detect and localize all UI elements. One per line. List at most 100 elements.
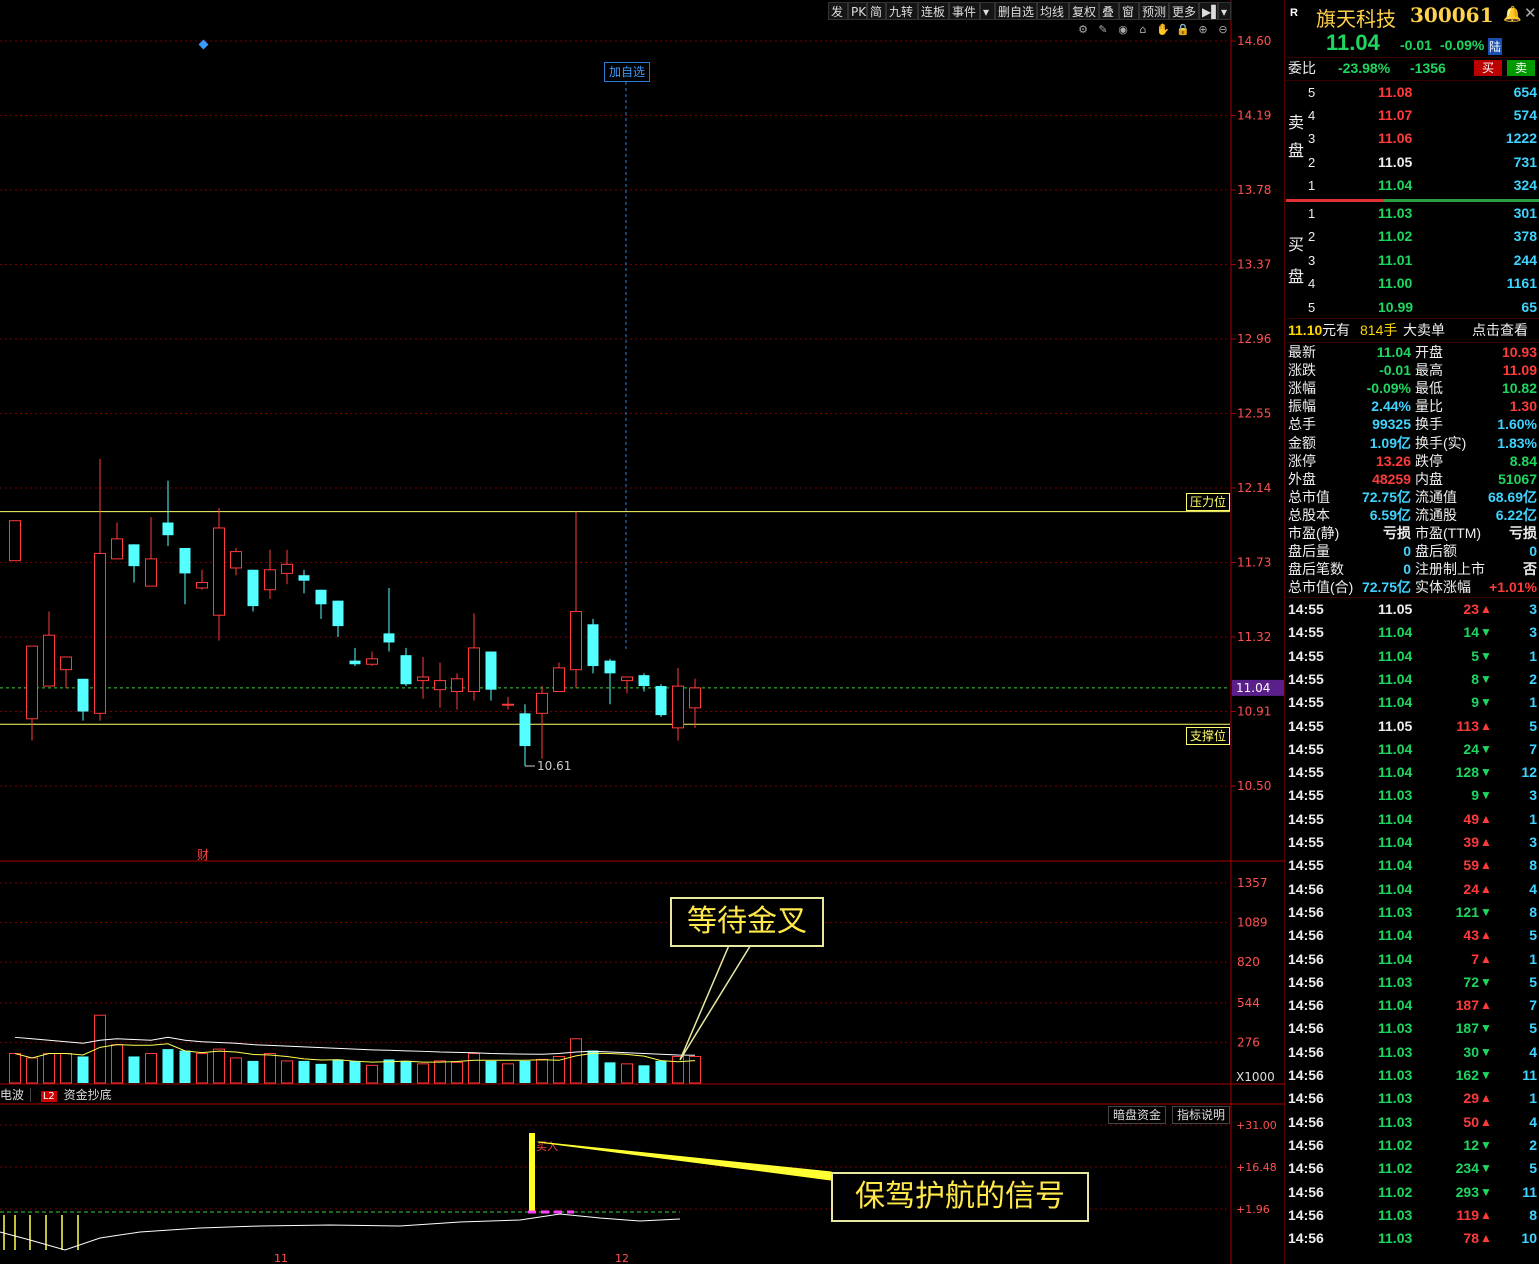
ask-level-row[interactable]: 4 11.07 574 — [1286, 104, 1539, 127]
toolbar-button[interactable]: 窗 — [1119, 2, 1139, 20]
indicator-tab-bar: 电波 L2 资金抄底 — [0, 1086, 112, 1104]
candle-body-up — [196, 581, 208, 589]
volume-bar-up — [196, 1053, 208, 1084]
gear-icon[interactable]: ⚙ — [1076, 23, 1090, 37]
toolbar-button[interactable]: 简 — [867, 2, 886, 20]
lock-icon[interactable]: 🔒 — [1176, 23, 1190, 37]
add-watch-button[interactable]: 加自选 — [604, 62, 650, 82]
zoom-out-icon[interactable]: ⊖ — [1216, 23, 1230, 37]
kline-chart-area[interactable]: 14.60 14.19 13.78 13.37 12.96 12.55 12.14 11.73… — [0, 0, 1285, 1264]
sell-button[interactable]: 卖 — [1507, 60, 1535, 76]
tick-row: 14:55 11.04 59 ▲ 8 — [1286, 854, 1539, 877]
volume-bar-up — [43, 1053, 55, 1084]
ask-level-row[interactable]: 1 11.04 324 — [1286, 174, 1539, 197]
date-label: 11 — [274, 1252, 288, 1264]
indicator-help-button[interactable]: 指标说明 — [1172, 1106, 1231, 1124]
indicator-tab-fund[interactable]: 资金抄底 — [64, 1088, 112, 1102]
quote-header: R 旗天科技 300061 🔔 ✕ — [1286, 0, 1539, 31]
arrow-up-icon: ▲ — [1480, 835, 1492, 849]
volume-bar-down — [162, 1049, 174, 1083]
price-axis-label: 14.19 — [1237, 109, 1271, 123]
toolbar-button[interactable]: 事件 — [949, 2, 980, 20]
big-order-row[interactable]: 11.10 元有 814手 大卖单 点击查看 — [1286, 319, 1539, 342]
toolbar-button[interactable]: 九转 — [886, 2, 918, 20]
indicator-tab-wave[interactable]: 电波 — [0, 1088, 32, 1102]
stock-code: 300061 — [1410, 3, 1494, 27]
candle-body-down — [247, 569, 259, 607]
tick-row: 14:56 11.02 234 ▼ 5 — [1286, 1157, 1539, 1180]
arrow-up-icon: ▲ — [1480, 1231, 1492, 1246]
arrow-down-icon: ▼ — [1480, 765, 1492, 780]
candle-body-up — [468, 647, 480, 693]
candle-body-down — [604, 660, 616, 674]
toolbar-button[interactable]: ▾ — [1218, 2, 1231, 20]
last-price-tag-text: 11.04 — [1236, 681, 1270, 695]
pen-icon[interactable]: ✎ — [1096, 23, 1110, 37]
stats-row: 总市值(合) 72.75亿 实体涨幅 +1.01% — [1288, 579, 1537, 596]
bid-level-row[interactable]: 1 11.03 301 — [1286, 202, 1539, 225]
volume-bar-up — [672, 1055, 684, 1084]
candle-body-up — [264, 569, 276, 591]
arrow-down-icon: ▼ — [1480, 1161, 1492, 1176]
tick-row: 14:56 11.02 12 ▼ 2 — [1286, 1134, 1539, 1157]
toolbar-button[interactable]: 连板 — [918, 2, 949, 20]
volume-bar-down — [332, 1059, 344, 1083]
eye-icon[interactable]: ◉ — [1116, 23, 1130, 37]
toolbar-button[interactable]: ▾ — [980, 2, 995, 20]
close-icon[interactable]: ✕ — [1524, 4, 1537, 22]
arrow-up-icon: ▲ — [1480, 881, 1492, 896]
candle-body-down — [519, 713, 531, 747]
bid-level-row[interactable]: 2 11.02 378 — [1286, 225, 1539, 248]
tick-row: 14:56 11.03 72 ▼ 5 — [1286, 971, 1539, 994]
buy-button[interactable]: 买 — [1474, 60, 1502, 76]
volume-bar-down — [298, 1060, 310, 1083]
dark-fund-button[interactable]: 暗盘资金 — [1108, 1106, 1167, 1124]
bell-icon[interactable]: 🔔 — [1503, 5, 1522, 23]
stats-row: 金额 1.09亿 换手(实) 1.83% — [1288, 434, 1537, 451]
ask-level-row[interactable]: 3 11.06 1222 — [1286, 127, 1539, 150]
support-label: 支撑位 — [1186, 727, 1231, 745]
bid-level-row[interactable]: 5 10.99 65 — [1286, 296, 1539, 319]
toolbar-button[interactable]: 发 — [828, 2, 848, 20]
volume-bar-up — [145, 1053, 157, 1084]
candle-body-down — [77, 678, 89, 712]
indicator-axis-label: +31.00 — [1236, 1119, 1277, 1132]
volume-axis-label: 820 — [1237, 955, 1260, 969]
ask-level-row[interactable]: 5 11.08 654 — [1286, 81, 1539, 104]
candle-body-up — [502, 703, 514, 706]
kline-chart-svg[interactable]: 14.60 14.19 13.78 13.37 12.96 12.55 12.14 11.73… — [0, 0, 1285, 1264]
candle-body-up — [434, 680, 446, 691]
finance-marker[interactable]: 财 — [197, 846, 209, 863]
toolbar-button[interactable]: ▶▌ — [1199, 2, 1220, 20]
zoom-in-icon[interactable]: ⊕ — [1196, 23, 1210, 37]
toolbar-button[interactable]: 均线 — [1037, 2, 1069, 20]
stats-row: 涨跌 -0.01 最高 11.09 — [1288, 362, 1537, 379]
toolbar-button[interactable]: 更多 — [1169, 2, 1199, 20]
toolbar-button[interactable]: 叠 — [1099, 2, 1119, 20]
volume-bar-down — [128, 1056, 140, 1083]
arrow-up-icon: ▲ — [1480, 1091, 1492, 1106]
bid-level-row[interactable]: 4 11.00 1161 — [1286, 272, 1539, 295]
toolbar-button[interactable]: 删自选 — [995, 2, 1037, 20]
volume-bar-up — [417, 1063, 429, 1084]
volume-bar-up — [536, 1058, 548, 1084]
l2-badge: L2 — [40, 1091, 57, 1102]
bid-level-row[interactable]: 3 11.01 244 — [1286, 249, 1539, 272]
stats-row: 总手 99325 换手 1.60% — [1288, 416, 1537, 433]
quote-panel: R 旗天科技 300061 🔔 ✕ 11.04 -0.01 -0.09% 陆 委… — [1286, 0, 1539, 1264]
volume-bar-up — [264, 1053, 276, 1084]
candle-body-down — [162, 522, 174, 536]
hand-icon[interactable]: ✋ — [1156, 23, 1170, 37]
indicator-axis-label: +1.96 — [1236, 1203, 1270, 1216]
lock-open-icon[interactable]: ⌂ — [1136, 23, 1150, 37]
arrow-up-icon: ▲ — [1480, 951, 1492, 966]
arrow-down-icon: ▼ — [1480, 648, 1492, 663]
toolbar-button[interactable]: PK — [848, 2, 867, 20]
price-line: 11.04 -0.01 -0.09% 陆 — [1286, 30, 1539, 56]
arrow-down-icon: ▼ — [1480, 625, 1492, 640]
toolbar-button[interactable]: 预测 — [1139, 2, 1169, 20]
ask-level-row[interactable]: 2 11.05 731 — [1286, 151, 1539, 174]
toolbar-button[interactable]: 复权 — [1069, 2, 1099, 20]
volume-bar-up — [60, 1053, 72, 1084]
big-order-link[interactable]: 点击查看 — [1472, 319, 1528, 342]
